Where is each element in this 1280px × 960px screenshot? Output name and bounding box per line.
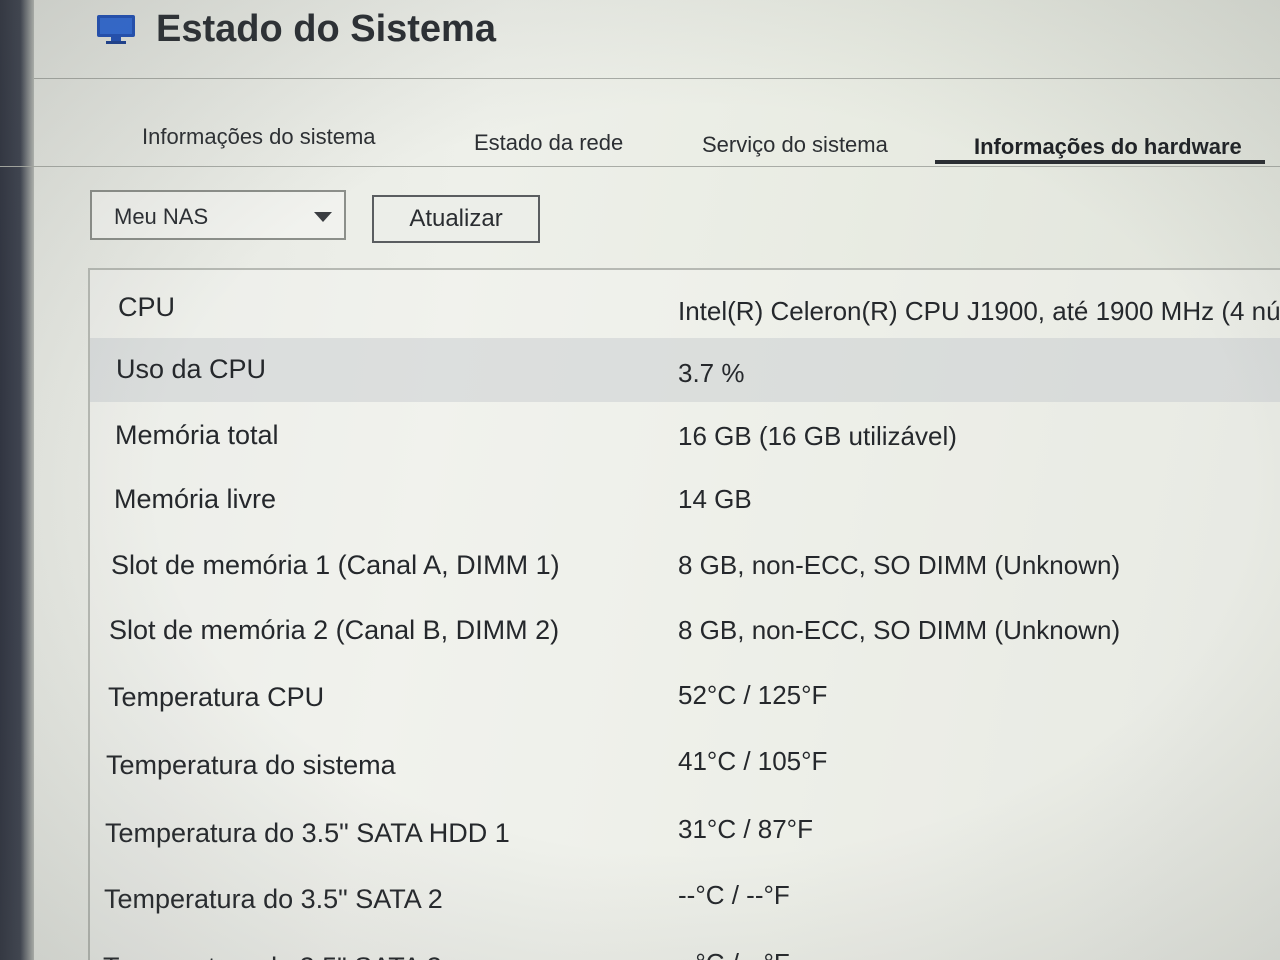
screen: Estado do Sistema Informações do sistema… (0, 0, 1280, 960)
row-label: CPU (118, 292, 176, 322)
table-row: Temperatura do 3.5" SATA 3 --°C / --°F (90, 934, 1280, 960)
chevron-down-icon[interactable] (314, 212, 332, 222)
row-label: Temperatura do 3.5" SATA 2 (104, 884, 443, 914)
tab-bar: Informações do sistema Estado da rede Se… (0, 112, 1280, 167)
row-value: 16 GB (16 GB utilizável) (678, 421, 957, 451)
table-row: Memória total 16 GB (16 GB utilizável) (90, 402, 1280, 466)
row-value: 3.7 % (678, 358, 745, 388)
page-title: Estado do Sistema (156, 8, 496, 50)
tab-system-info[interactable]: Informações do sistema (142, 124, 376, 150)
table-row: Slot de memória 2 (Canal B, DIMM 2) 8 GB… (90, 598, 1280, 662)
row-label: Uso da CPU (116, 354, 267, 384)
row-value: --°C / --°F (678, 880, 790, 910)
table-row: Slot de memória 1 (Canal A, DIMM 1) 8 GB… (90, 532, 1280, 596)
row-value: 52°C / 125°F (678, 680, 828, 710)
row-value: 8 GB, non-ECC, SO DIMM (Unknown) (678, 615, 1121, 645)
refresh-button[interactable]: Atualizar (372, 195, 540, 243)
table-row: CPU Intel(R) Celeron(R) CPU J1900, até 1… (90, 274, 1280, 338)
table-row: Temperatura do 3.5" SATA HDD 1 31°C / 87… (90, 800, 1280, 864)
row-label: Temperatura do 3.5" SATA 3 (103, 952, 442, 960)
hardware-info-table: CPU Intel(R) Celeron(R) CPU J1900, até 1… (88, 268, 1280, 960)
row-label: Slot de memória 1 (Canal A, DIMM 1) (111, 550, 560, 580)
tab-system-service[interactable]: Serviço do sistema (702, 132, 888, 158)
row-value: --°C / --°F (678, 948, 790, 960)
row-label: Slot de memória 2 (Canal B, DIMM 2) (109, 615, 560, 645)
table-row: Temperatura do 3.5" SATA 2 --°C / --°F (90, 868, 1280, 932)
device-select[interactable]: Meu NAS (90, 190, 346, 240)
row-label: Memória total (115, 420, 279, 450)
table-row: Uso da CPU 3.7 % (90, 338, 1280, 402)
table-row: Temperatura do sistema 41°C / 105°F (90, 732, 1280, 796)
row-value: 14 GB (678, 484, 752, 514)
tab-hardware-info[interactable]: Informações do hardware (974, 134, 1242, 160)
row-label: Temperatura do 3.5" SATA HDD 1 (105, 818, 510, 848)
table-row: Memória livre 14 GB (90, 466, 1280, 530)
tab-network-status[interactable]: Estado da rede (474, 130, 623, 156)
device-select-value: Meu NAS (114, 204, 209, 229)
row-value: Intel(R) Celeron(R) CPU J1900, até 1900 … (678, 296, 1280, 326)
row-value: 41°C / 105°F (678, 746, 828, 776)
row-value: 8 GB, non-ECC, SO DIMM (Unknown) (678, 550, 1121, 580)
monitor-icon (97, 15, 135, 44)
row-label: Temperatura CPU (108, 682, 325, 712)
table-row: Temperatura CPU 52°C / 125°F (90, 664, 1280, 728)
active-tab-indicator (935, 160, 1265, 164)
header: Estado do Sistema (34, 0, 1280, 79)
row-label: Memória livre (114, 484, 277, 514)
row-label: Temperatura do sistema (106, 750, 396, 780)
row-value: 31°C / 87°F (678, 814, 813, 844)
